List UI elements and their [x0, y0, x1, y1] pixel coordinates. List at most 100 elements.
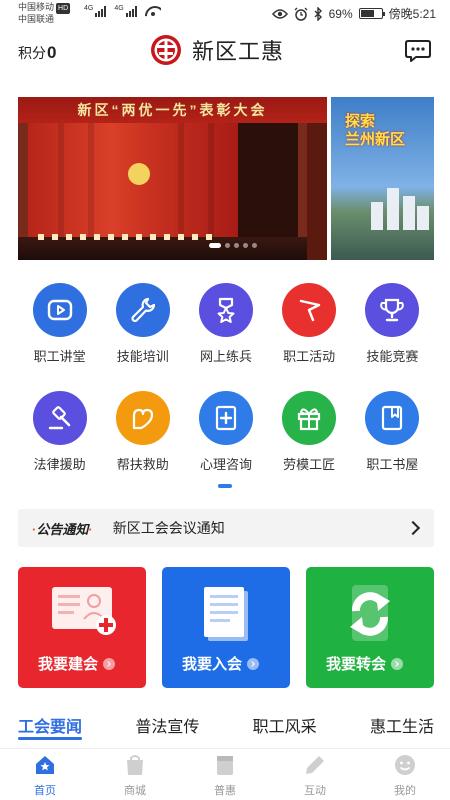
- arrow-circle-icon: [103, 657, 116, 670]
- nav-label: 商城: [124, 785, 146, 797]
- alarm-icon: [294, 7, 308, 21]
- news-tab[interactable]: 职工风采: [253, 708, 317, 748]
- carousel-dot[interactable]: [243, 243, 248, 248]
- stage-curtain: [28, 123, 238, 243]
- card-label-transfer: 我要转会: [326, 656, 387, 673]
- news-tab[interactable]: 工会要闻: [18, 708, 83, 748]
- nav-item[interactable]: 首页: [0, 749, 90, 800]
- hand-heart-icon: [115, 391, 170, 445]
- service-item[interactable]: 职工书屋: [351, 388, 434, 496]
- slide-next-title: 探索 兰州新区: [345, 113, 406, 148]
- transfer-icon: [306, 581, 434, 647]
- party-emblem: [128, 163, 150, 185]
- nav-item[interactable]: 普惠: [180, 749, 270, 800]
- wifi-icon: [145, 5, 161, 17]
- hd-badge: HD: [56, 3, 71, 14]
- carousel-dot[interactable]: [234, 243, 239, 248]
- status-right: 69% 傍晚5:21: [271, 5, 436, 22]
- points-value: 0: [47, 43, 57, 62]
- nav-item[interactable]: 我的: [360, 749, 450, 800]
- service-label: 帮扶救助: [116, 457, 169, 472]
- service-grid: 职工讲堂 技能培训 网上练兵 职工活动 技能竞赛 法律援助 帮扶救助 心理咨询 劳模工匠 职工书…: [18, 280, 434, 496]
- notice-tag: ·公告通知·: [32, 521, 93, 537]
- wrench-icon: [115, 283, 170, 337]
- notice-bar[interactable]: ·公告通知· 新区工会会议通知: [18, 509, 434, 547]
- bookmark-icon: [213, 753, 237, 777]
- join-create-union-card[interactable]: 我要建会: [18, 567, 146, 688]
- signal-group: 4G 4G: [84, 5, 161, 17]
- service-item[interactable]: 职工讲堂: [18, 280, 101, 388]
- grid-row-1: 职工讲堂 技能培训 网上练兵 职工活动 技能竞赛: [18, 280, 434, 388]
- points-label: 积分: [18, 45, 46, 61]
- service-item[interactable]: 心理咨询: [184, 388, 267, 496]
- network-type-1: 4G: [84, 5, 94, 12]
- carousel-dot[interactable]: [252, 243, 257, 248]
- eye-icon: [271, 8, 288, 19]
- service-item[interactable]: 法律援助: [18, 388, 101, 496]
- nav-label: 互动: [304, 785, 326, 797]
- arrow-circle-icon: [391, 657, 404, 670]
- bookmark-book-icon: [365, 391, 420, 445]
- bluetooth-icon: [314, 6, 322, 21]
- carousel-dot[interactable]: [225, 243, 230, 248]
- news-tab[interactable]: 普法宣传: [135, 708, 199, 748]
- nav-label: 我的: [394, 785, 416, 797]
- service-item[interactable]: 技能培训: [101, 280, 184, 388]
- card-label-create: 我要建会: [38, 656, 99, 673]
- book-plus-icon: [198, 391, 253, 445]
- gift-icon: [282, 391, 337, 445]
- home-icon: [33, 753, 57, 777]
- chevron-right-icon: [405, 520, 421, 536]
- arrow-circle-icon: [247, 657, 260, 670]
- service-label: 职工书屋: [366, 457, 419, 472]
- card-label-join: 我要入会: [182, 656, 243, 673]
- service-item[interactable]: 劳模工匠: [268, 388, 351, 496]
- carousel-dot[interactable]: [209, 243, 221, 248]
- service-label: 职工讲堂: [33, 349, 86, 364]
- news-tabs: 工会要闻 普法宣传 职工风采 惠工生活: [18, 708, 434, 748]
- signal-1-icon: 4G: [84, 5, 107, 17]
- service-item[interactable]: 技能竞赛: [351, 280, 434, 388]
- banner-slide-ceremony[interactable]: 新区“两优一先”表彰大会: [18, 97, 327, 260]
- grid-page-indicator: [218, 484, 232, 488]
- carrier-2: 中国联通: [18, 14, 55, 24]
- stage-floor: [18, 237, 327, 260]
- battery-fill: [360, 10, 375, 17]
- news-tab[interactable]: 惠工生活: [370, 708, 434, 748]
- service-item[interactable]: 职工活动: [268, 280, 351, 388]
- carrier-info: 中国移动 HD 中国联通: [18, 2, 71, 25]
- service-label: 劳模工匠: [283, 457, 336, 472]
- union-logo-icon: [151, 35, 181, 65]
- grid-row-2: 法律援助 帮扶救助 心理咨询 劳模工匠 职工书屋: [18, 388, 434, 496]
- brand: 新区工惠: [150, 34, 284, 66]
- pencil-icon: [303, 753, 327, 777]
- profile-face-icon: [393, 753, 417, 777]
- banner-slide-next[interactable]: 探索 兰州新区: [331, 97, 434, 260]
- service-label: 法律援助: [33, 457, 86, 472]
- medal-icon: [198, 283, 253, 337]
- battery-icon: [358, 8, 385, 19]
- bottom-navigation: 首页 商城 普惠 互动 我的: [0, 748, 450, 800]
- service-label: 网上练兵: [199, 349, 252, 364]
- service-item[interactable]: 帮扶救助: [101, 388, 184, 496]
- stage-flowers: [38, 234, 218, 240]
- gavel-icon: [32, 391, 87, 445]
- message-icon[interactable]: [404, 36, 432, 64]
- nav-item[interactable]: 商城: [90, 749, 180, 800]
- service-label: 技能培训: [116, 349, 169, 364]
- app-title: 新区工惠: [192, 39, 285, 64]
- nav-item[interactable]: 互动: [270, 749, 360, 800]
- transfer-union-card[interactable]: 我要转会: [306, 567, 434, 688]
- points-display[interactable]: 积分0: [18, 43, 56, 63]
- service-label: 职工活动: [283, 349, 336, 364]
- banner-carousel[interactable]: 新区“两优一先”表彰大会 探索 兰州新区: [18, 97, 434, 260]
- carousel-dots: [209, 243, 257, 248]
- clock: 傍晚5:21: [388, 7, 436, 21]
- notice-tag-label: 公告通知: [36, 521, 89, 537]
- stage-door: [238, 123, 298, 243]
- shopping-bag-icon: [123, 753, 147, 777]
- nav-label: 普惠: [214, 785, 236, 797]
- join-union-card[interactable]: 我要入会: [162, 567, 290, 688]
- notice-text: 新区工会会议通知: [112, 520, 225, 536]
- service-item[interactable]: 网上练兵: [184, 280, 267, 388]
